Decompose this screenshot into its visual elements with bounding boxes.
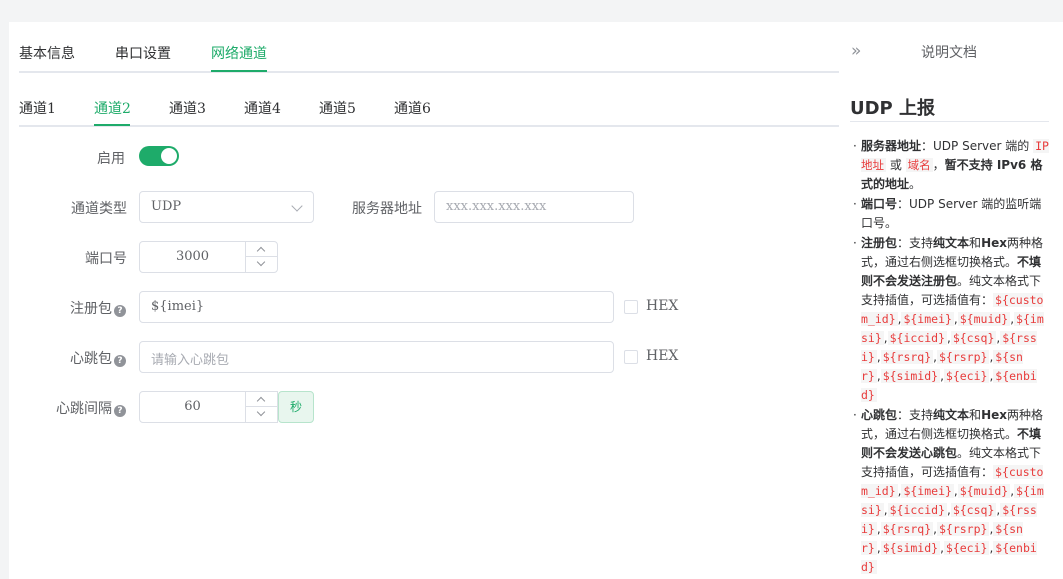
doc-heading: UDP 上报 — [850, 98, 936, 119]
heartbeat-vars: ${custom_id}, ${imei}, ${muid}, ${imsi}, ${i… — [861, 465, 1044, 574]
interpolation-var: ${imei} — [901, 312, 954, 326]
interpolation-var: ${simid} — [880, 541, 941, 555]
interpolation-var: ${rsrq} — [880, 522, 934, 536]
tab-channel-5[interactable]: 通道5 — [319, 98, 356, 118]
help-icon[interactable]: ? — [114, 305, 126, 317]
doc-content: 服务器地址：UDP Server 端的 IP地址 或 域名，暂不支持 IPv6 … — [853, 137, 1049, 578]
heartbeat-placeholder: 请输入心跳包 — [151, 353, 230, 368]
doc-panel-title: 说明文档 — [921, 45, 977, 61]
reg-vars: ${custom_id}, ${imei}, ${muid}, ${imsi}, ${i… — [861, 293, 1044, 402]
channel-type-value: UDP — [151, 199, 182, 214]
port-stepper-controls — [245, 242, 277, 272]
doc-item-server: 服务器地址：UDP Server 端的 IP地址 或 域名，暂不支持 IPv6 … — [853, 137, 1049, 194]
port-stepper[interactable]: 3000 — [139, 241, 278, 273]
reg-hex-label: HEX — [646, 298, 679, 314]
server-address-input[interactable]: xxx.xxx.xxx.xxx — [434, 191, 634, 223]
interpolation-var: ${eci} — [943, 369, 990, 383]
collapse-panel-icon[interactable]: » — [851, 41, 861, 61]
help-icon[interactable]: ? — [114, 355, 126, 367]
interval-increase-button[interactable] — [246, 392, 277, 407]
tab-channel-3[interactable]: 通道3 — [169, 98, 206, 118]
doc-item-port: 端口号：UDP Server 端的监听端口号。 — [853, 195, 1049, 233]
interval-unit-seconds: 秒 — [278, 391, 314, 423]
interpolation-var: ${csq} — [950, 331, 997, 345]
heartbeat-input[interactable]: 请输入心跳包 — [139, 341, 614, 373]
interpolation-var: ${iccid} — [887, 503, 947, 517]
heartbeat-hex-label: HEX — [646, 348, 679, 364]
main-tabs: 基本信息 串口设置 网络通道 — [19, 32, 839, 73]
channel-type-label: 通道类型 — [71, 201, 127, 217]
reg-hex-checkbox[interactable] — [624, 300, 638, 314]
active-channel-indicator — [94, 124, 130, 126]
active-tab-indicator — [211, 70, 267, 72]
tab-channel-4[interactable]: 通道4 — [244, 98, 281, 118]
heartbeat-label: 心跳包? — [70, 348, 126, 368]
reg-packet-input[interactable]: ${imei} — [139, 291, 614, 323]
switch-knob — [161, 148, 177, 164]
enable-label: 启用 — [97, 151, 125, 167]
tab-channel-2[interactable]: 通道2 — [94, 98, 131, 118]
interpolation-var: ${rsrp} — [936, 350, 990, 364]
interpolation-var: ${muid} — [957, 484, 1011, 498]
doc-divider — [850, 121, 1049, 122]
reg-packet-label-text: 注册包 — [70, 301, 112, 317]
heartbeat-interval-label: 心跳间隔? — [56, 398, 126, 418]
interpolation-var: ${muid} — [957, 312, 1011, 326]
doc-item-reg: 注册包：支持纯文本和Hex两种格式，通过右侧选框切换格式。不填则不会发送注册包。… — [853, 234, 1049, 405]
interpolation-var: ${iccid} — [887, 331, 947, 345]
help-icon[interactable]: ? — [114, 405, 126, 417]
interpolation-var: ${eci} — [943, 541, 990, 555]
channel-type-select[interactable]: UDP — [139, 191, 314, 223]
interval-stepper-controls — [245, 392, 277, 422]
server-address-placeholder: xxx.xxx.xxx.xxx — [446, 199, 547, 214]
port-label: 端口号 — [85, 251, 127, 267]
reg-packet-label: 注册包? — [70, 298, 126, 318]
port-increase-button[interactable] — [246, 242, 277, 257]
tab-basic-info[interactable]: 基本信息 — [19, 43, 75, 63]
tab-channel-6[interactable]: 通道6 — [394, 98, 431, 118]
interpolation-var: ${simid} — [880, 369, 941, 383]
tab-network-channel[interactable]: 网络通道 — [211, 43, 267, 63]
heartbeat-interval-stepper[interactable]: 60 — [139, 391, 278, 423]
interpolation-var: ${csq} — [950, 503, 997, 517]
interpolation-var: ${imei} — [901, 484, 954, 498]
port-decrease-button[interactable] — [246, 257, 277, 272]
interval-decrease-button[interactable] — [246, 407, 277, 422]
tab-channel-1[interactable]: 通道1 — [19, 98, 56, 118]
tab-serial-settings[interactable]: 串口设置 — [115, 43, 171, 63]
channel-tabs: 通道1 通道2 通道3 通道4 通道5 通道6 — [19, 88, 839, 127]
heartbeat-interval-value: 60 — [184, 399, 201, 414]
doc-item-heartbeat: 心跳包：支持纯文本和Hex两种格式，通过右侧选框切换格式。不填则不会发送心跳包。… — [853, 406, 1049, 577]
server-address-label: 服务器地址 — [352, 201, 422, 217]
enable-switch[interactable] — [139, 146, 179, 166]
heartbeat-interval-label-text: 心跳间隔 — [56, 401, 112, 417]
interpolation-var: ${rsrq} — [880, 350, 934, 364]
chevron-down-icon — [291, 200, 303, 212]
port-value: 3000 — [175, 249, 210, 264]
heartbeat-label-text: 心跳包 — [70, 351, 112, 367]
reg-packet-value: ${imei} — [151, 299, 205, 314]
interpolation-var: ${rsrp} — [936, 522, 990, 536]
heartbeat-hex-checkbox[interactable] — [624, 350, 638, 364]
